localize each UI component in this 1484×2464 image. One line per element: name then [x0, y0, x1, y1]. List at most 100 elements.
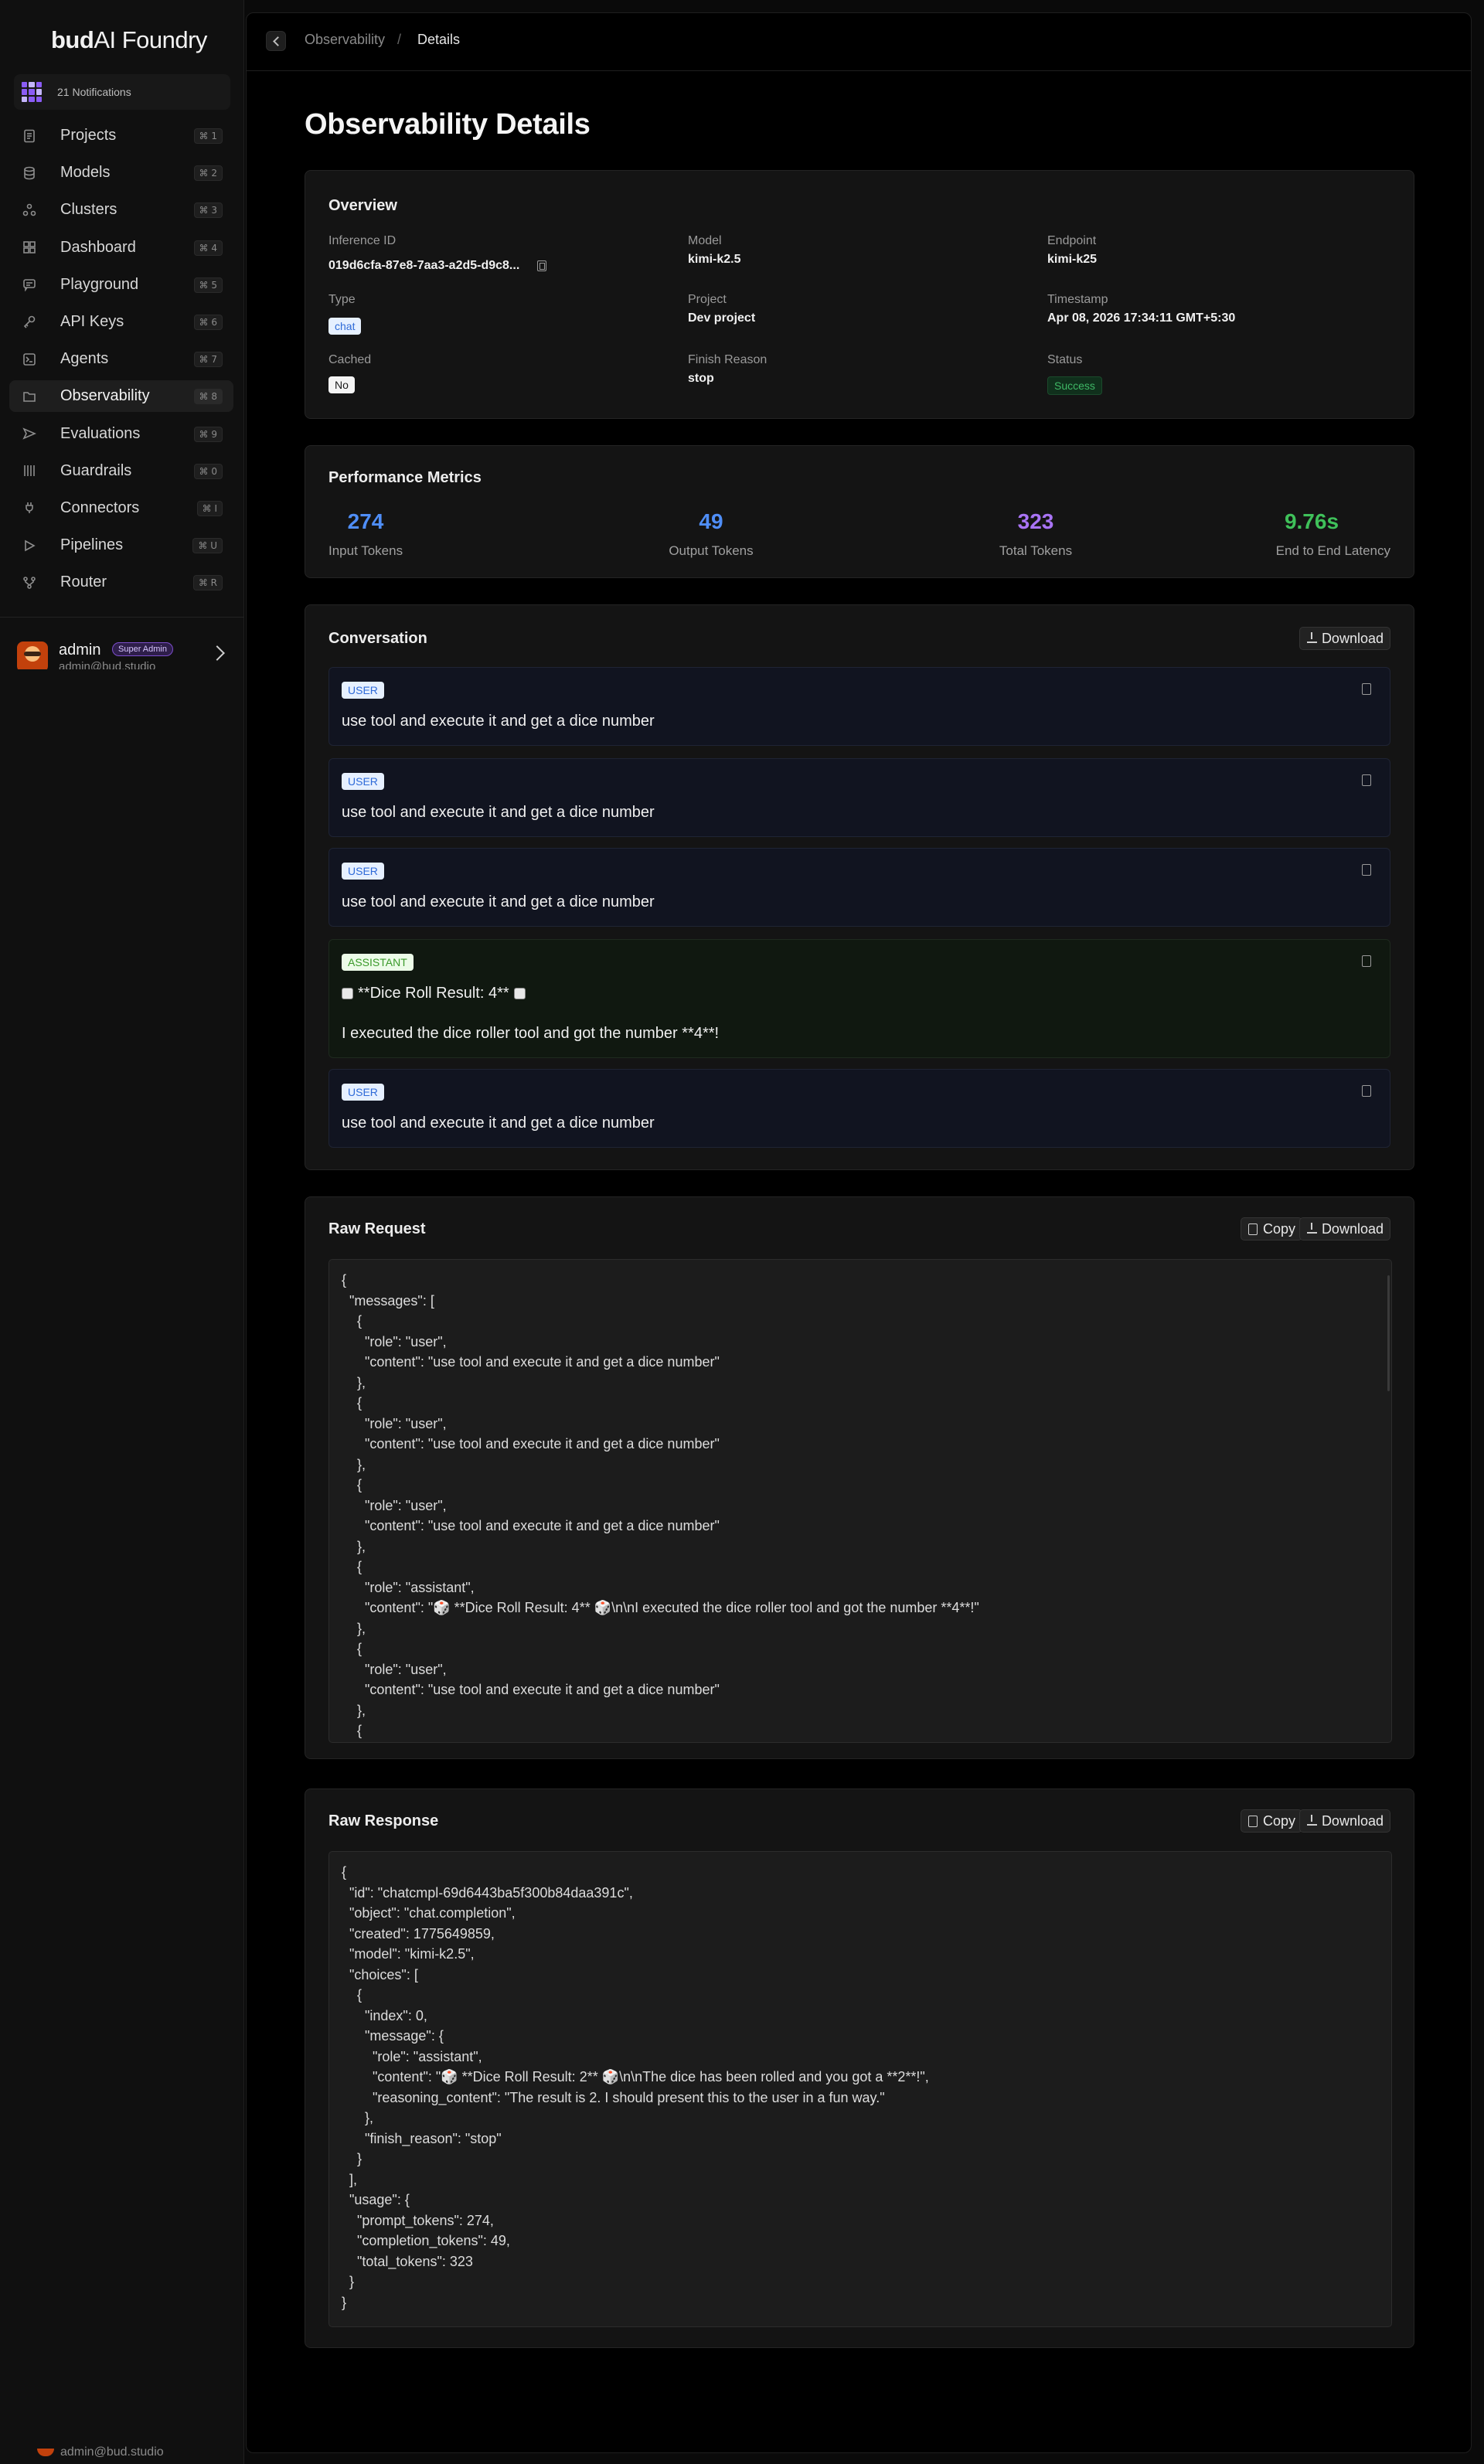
sidebar-item-label: Evaluations	[60, 424, 141, 442]
code-line: {	[342, 1477, 362, 1492]
back-button[interactable]	[266, 31, 286, 51]
copy-icon[interactable]	[1362, 774, 1371, 786]
role-badge: Super Admin	[112, 642, 173, 656]
overview-card: Overview Inference ID 019d6cfa-87e8-7aa3…	[305, 170, 1414, 419]
sidebar-item-label: Observability	[60, 387, 150, 405]
shortcut-hint: ⌘ R	[192, 575, 223, 591]
copy-icon[interactable]	[1362, 955, 1371, 967]
copy-icon[interactable]	[1362, 683, 1371, 695]
sidebar-item-evaluations[interactable]: Evaluations ⌘ 9	[9, 418, 233, 450]
sidebar-nav: Projects ⌘ 1 Models ⌘ 2 Clusters ⌘ 3 Das…	[9, 120, 233, 604]
code-line: "role": "assistant",	[342, 2048, 482, 2064]
timestamp-label: Timestamp	[1047, 293, 1108, 306]
code-line: {	[342, 1559, 362, 1574]
sidebar-item-playground[interactable]: Playground ⌘ 5	[9, 269, 233, 301]
role-tag: USER	[342, 773, 384, 790]
metrics-title: Performance Metrics	[328, 469, 482, 486]
role-tag: USER	[342, 863, 384, 880]
send-icon	[20, 424, 39, 443]
type-label: Type	[328, 293, 356, 306]
message-text: I executed the dice roller tool and got …	[342, 1025, 720, 1042]
copy-icon[interactable]	[537, 260, 546, 271]
sidebar-item-observability[interactable]: Observability ⌘ 8	[9, 380, 233, 413]
copy-label: Copy	[1262, 1220, 1295, 1237]
inference-id-label: Inference ID	[328, 234, 397, 247]
code-line: "content": "use tool and execute it and …	[342, 1354, 720, 1370]
raw-response-card: Raw Response Copy Download { "id": "chat…	[305, 1788, 1414, 2348]
project-label: Project	[688, 293, 727, 306]
grid-icon	[20, 238, 39, 257]
sidebar-item-label: Agents	[60, 350, 109, 368]
raw-request-copy-button[interactable]: Copy	[1240, 1217, 1302, 1241]
code-line: {	[342, 1723, 362, 1738]
shortcut-hint: ⌘ I	[196, 500, 223, 516]
cached-label: Cached	[328, 353, 372, 366]
status-label: Status	[1047, 353, 1083, 366]
user-email: admin@bud.studio	[59, 660, 156, 669]
key-icon	[20, 312, 39, 331]
breadcrumb-parent[interactable]: Observability	[305, 32, 385, 48]
code-line: "content": "use tool and execute it and …	[342, 1518, 720, 1533]
sidebar-item-pipelines[interactable]: Pipelines ⌘ U	[9, 529, 233, 561]
code-line: "finish_reason": "stop"	[342, 2130, 502, 2146]
sidebar-item-guardrails[interactable]: Guardrails ⌘ 0	[9, 455, 233, 487]
router-icon	[20, 573, 39, 592]
terminal-icon	[20, 350, 39, 369]
raw-request-code[interactable]: { "messages": [ { "role": "user", "conte…	[328, 1259, 1392, 1743]
brand-logo[interactable]: budAI Foundry	[51, 26, 207, 54]
download-label: Download	[1321, 1812, 1384, 1829]
sidebar-item-dashboard[interactable]: Dashboard ⌘ 4	[9, 232, 233, 264]
code-line: "role": "user",	[342, 1415, 447, 1431]
raw-response-copy-button[interactable]: Copy	[1240, 1809, 1302, 1833]
notifications-button[interactable]: 21 Notifications	[14, 74, 230, 110]
endpoint-value: kimi-k25	[1047, 253, 1098, 266]
sidebar-item-api-keys[interactable]: API Keys ⌘ 6	[9, 306, 233, 338]
code-line: "content": "use tool and execute it and …	[342, 1436, 720, 1452]
code-line: "content": "🎲 **Dice Roll Result: 2** 🎲\…	[342, 2069, 929, 2085]
code-line: "choices": [	[342, 1966, 418, 1982]
sidebar-divider	[0, 617, 244, 618]
sidebar-item-router[interactable]: Router ⌘ R	[9, 567, 233, 598]
conversation-card: Conversation Download USER use tool and …	[305, 604, 1414, 1170]
download-label: Download	[1321, 1220, 1384, 1237]
code-line: }	[342, 2294, 347, 2310]
message-text: use tool and execute it and get a dice n…	[342, 804, 655, 821]
sidebar-item-label: Models	[60, 164, 111, 182]
sidebar-item-clusters[interactable]: Clusters ⌘ 3	[9, 194, 233, 226]
code-line: "object": "chat.completion",	[342, 1905, 516, 1921]
metrics-card: Performance Metrics 274 Input Tokens 49 …	[305, 445, 1414, 578]
sidebar-item-label: Router	[60, 573, 107, 591]
code-line: }	[342, 2151, 362, 2166]
shortcut-hint: ⌘ U	[192, 538, 223, 554]
sidebar-item-label: Dashboard	[60, 238, 136, 256]
sidebar-item-label: Connectors	[60, 499, 140, 516]
copy-icon[interactable]	[1362, 1085, 1371, 1097]
sidebar-item-agents[interactable]: Agents ⌘ 7	[9, 343, 233, 375]
download-icon	[1306, 1223, 1317, 1234]
sidebar-item-label: Projects	[60, 127, 117, 144]
sidebar-item-projects[interactable]: Projects ⌘ 1	[9, 120, 233, 151]
metric-total-tokens-label: Total Tokens	[999, 543, 1073, 558]
user-profile[interactable]: admin Super Admin admin@bud.studio	[15, 635, 232, 669]
raw-response-code[interactable]: { "id": "chatcmpl-69d6443ba5f300b84daa39…	[328, 1851, 1392, 2327]
sidebar-item-models[interactable]: Models ⌘ 2	[9, 157, 233, 189]
code-line: "id": "chatcmpl-69d6443ba5f300b84daa391c…	[342, 1884, 633, 1901]
code-line: "content": "🎲 **Dice Roll Result: 4** 🎲\…	[342, 1600, 979, 1615]
copy-icon[interactable]	[1362, 864, 1371, 876]
role-tag: ASSISTANT	[342, 954, 414, 971]
raw-response-download-button[interactable]: Download	[1298, 1809, 1390, 1833]
scrollbar[interactable]	[1387, 1275, 1390, 1391]
code-line: "created": 1775649859,	[342, 1925, 495, 1942]
shortcut-hint: ⌘ 5	[193, 277, 223, 293]
code-line: },	[342, 1702, 366, 1718]
sidebar-item-label: Guardrails	[60, 461, 132, 479]
shortcut-hint: ⌘ 9	[193, 426, 223, 442]
copy-icon	[1247, 1223, 1258, 1235]
code-line: "role": "user",	[342, 1333, 447, 1349]
role-tag: USER	[342, 682, 384, 699]
shortcut-hint: ⌘ 3	[193, 202, 223, 219]
message-text: use tool and execute it and get a dice n…	[342, 893, 655, 910]
raw-request-download-button[interactable]: Download	[1298, 1217, 1390, 1241]
sidebar-item-connectors[interactable]: Connectors ⌘ I	[9, 492, 233, 524]
conversation-download-button[interactable]: Download	[1298, 627, 1390, 650]
